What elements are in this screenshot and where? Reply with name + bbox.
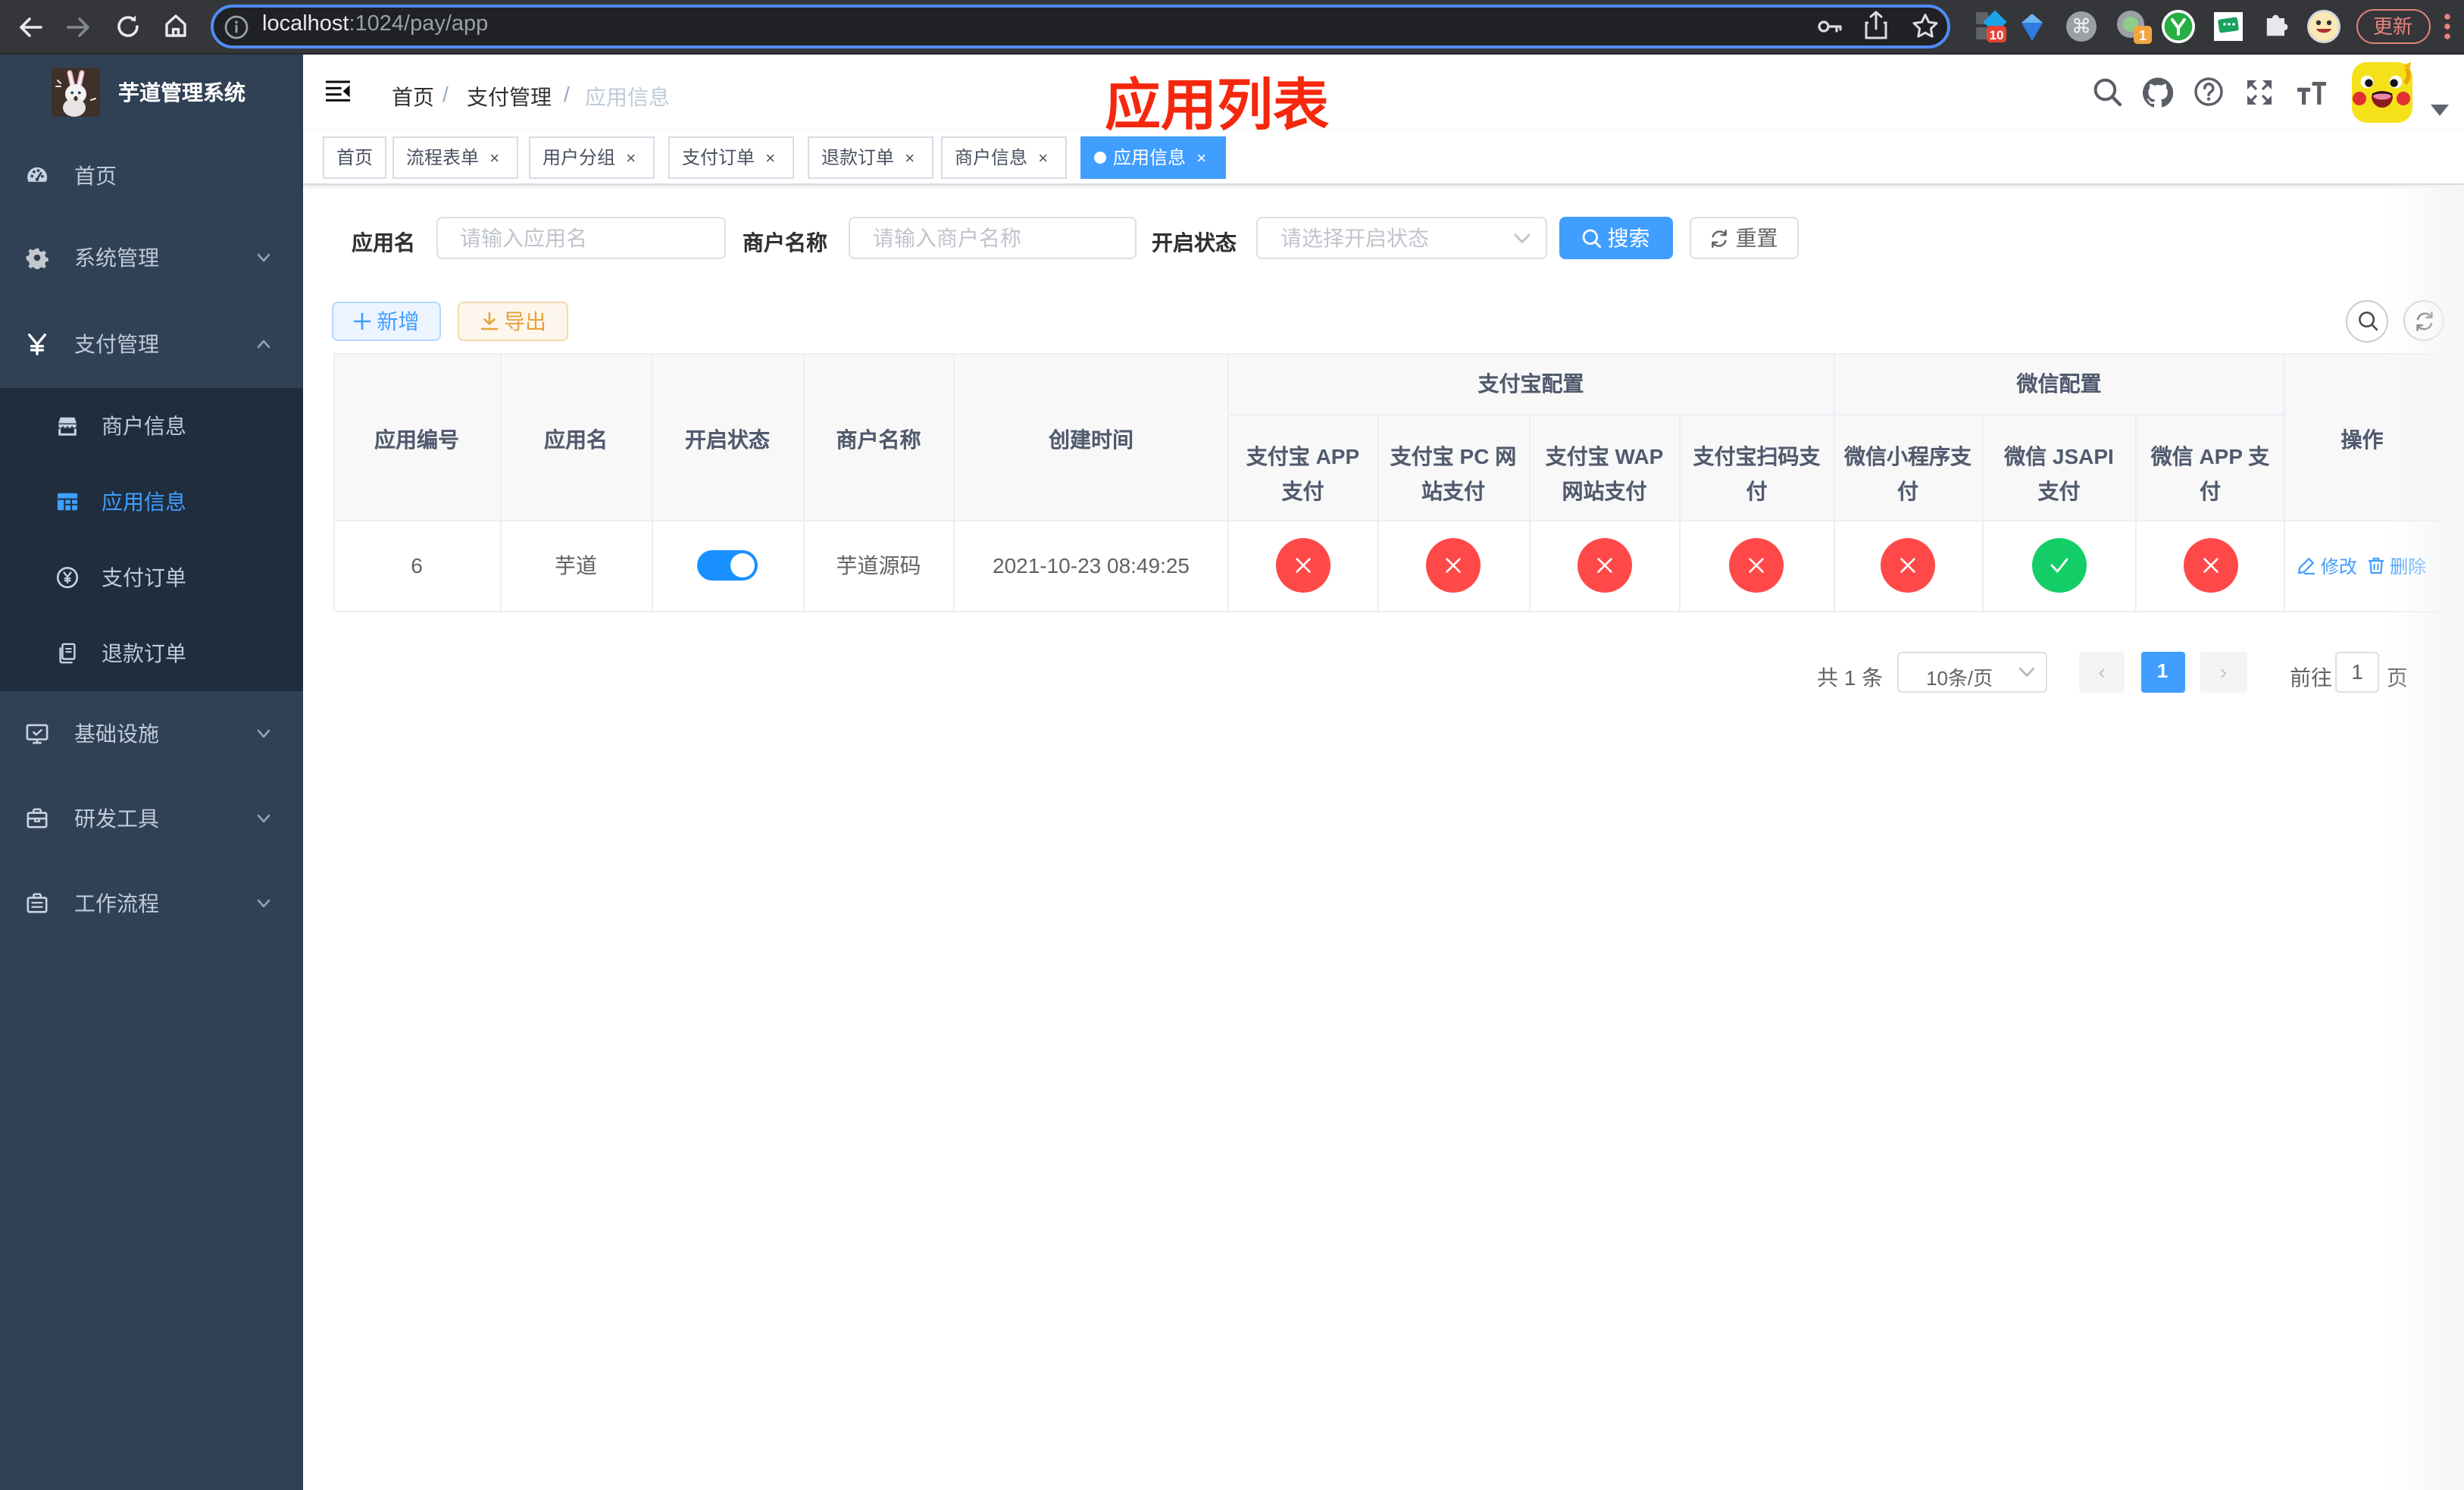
svg-text:1: 1 xyxy=(2139,28,2147,43)
svg-text:⌘: ⌘ xyxy=(2072,15,2091,38)
svg-text:10: 10 xyxy=(1990,28,2004,42)
